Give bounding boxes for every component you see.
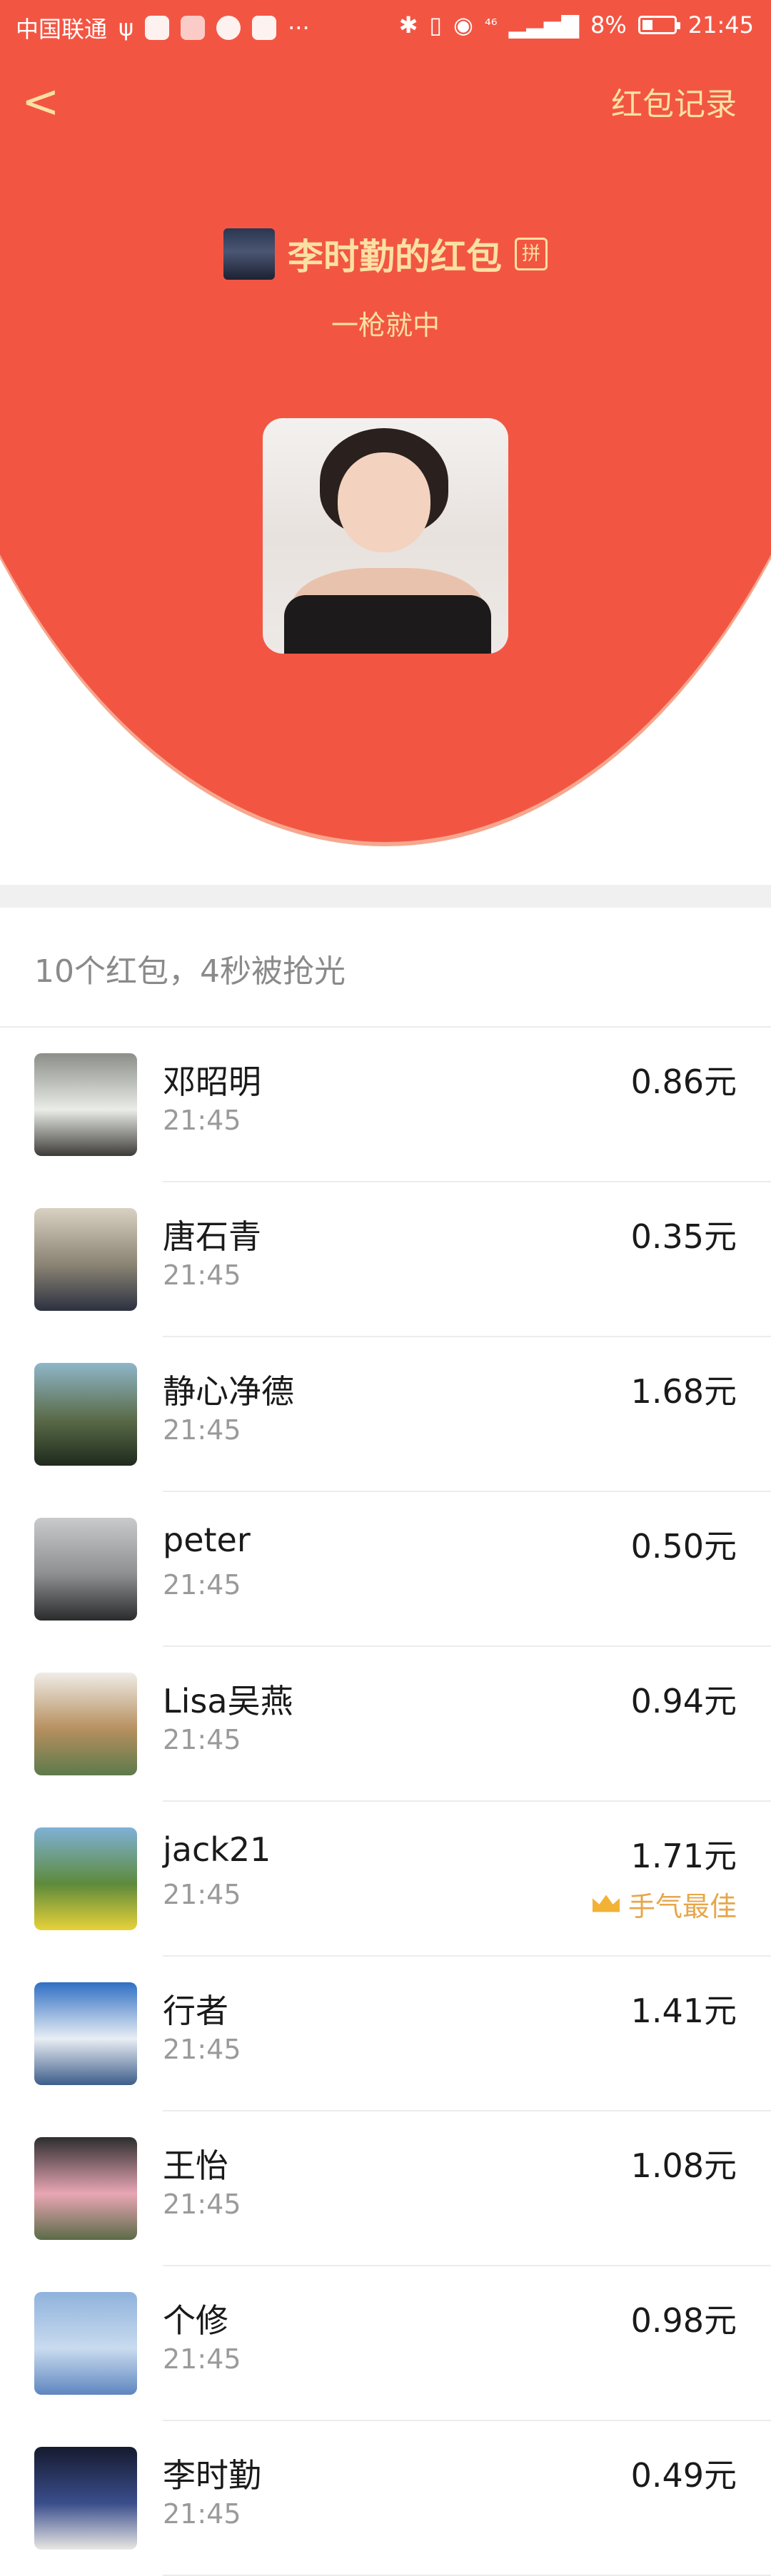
pin-badge-icon: 拼: [515, 238, 548, 270]
packet-greeting: 一枪就中: [331, 310, 440, 341]
bluetooth-icon: ✱: [398, 11, 418, 39]
sender-title: 李时勤的红包: [288, 236, 502, 278]
cover-photo[interactable]: [263, 418, 508, 654]
recipient-name: 行者: [163, 1992, 228, 2030]
list-item[interactable]: 王怡 21:45 1.08元: [0, 2111, 771, 2266]
packet-summary: 10个红包，4秒被抢光: [34, 953, 346, 990]
recipient-amount: 0.49元: [630, 2456, 737, 2495]
list-item[interactable]: Lisa吴燕 21:45 0.94元: [0, 1647, 771, 1802]
recipient-time: 21:45: [163, 2498, 241, 2530]
avatar[interactable]: [34, 1208, 137, 1311]
list-item[interactable]: 李时勤 21:45 0.49元: [0, 2421, 771, 2576]
avatar[interactable]: [34, 2292, 137, 2395]
red-packet-header: 中国联通 ψ ··· ✱ ▯ ◉ ⁴⁶ ▂▃▅▇ 8% 21:45 < 红包记录…: [0, 0, 771, 885]
recipient-name: 王怡: [163, 2146, 228, 2185]
crown-icon: [591, 1892, 621, 1917]
app-notification-icon-3: [216, 16, 241, 40]
back-button[interactable]: <: [21, 77, 64, 127]
avatar[interactable]: [34, 1518, 137, 1621]
list-item[interactable]: 行者 21:45 1.41元: [0, 1957, 771, 2111]
avatar[interactable]: [34, 1827, 137, 1930]
usb-icon: ψ: [119, 14, 134, 41]
recipient-name: peter: [163, 1521, 251, 1559]
recipient-amount: 1.68元: [630, 1372, 737, 1411]
recipient-amount: 0.98元: [630, 2301, 737, 2340]
recipient-time: 21:45: [163, 1414, 241, 1446]
app-notification-icon-4: [252, 16, 277, 40]
sender-row: 李时勤的红包 拼: [0, 228, 771, 280]
recipient-amount: 0.50元: [630, 1527, 737, 1566]
recipient-time: 21:45: [163, 1879, 241, 1910]
recipient-amount: 1.08元: [630, 2146, 737, 2185]
list-item[interactable]: 唐石青 21:45 0.35元: [0, 1182, 771, 1337]
best-luck-badge: 手气最佳: [591, 1885, 737, 1924]
recipient-amount: 0.94元: [630, 1682, 737, 1720]
recipient-time: 21:45: [163, 2343, 241, 2375]
recipient-time: 21:45: [163, 2034, 241, 2065]
sender-avatar[interactable]: [223, 228, 275, 280]
carrier-label: 中国联通: [16, 16, 108, 43]
recipient-name: Lisa吴燕: [163, 1682, 293, 1720]
list-item[interactable]: peter 21:45 0.50元: [0, 1492, 771, 1647]
list-item[interactable]: 邓昭明 21:45 0.86元: [0, 1028, 771, 1182]
recipient-time: 21:45: [163, 1105, 241, 1136]
avatar[interactable]: [34, 1363, 137, 1466]
recipient-name: 唐石青: [163, 1217, 261, 1256]
battery-icon: [638, 16, 680, 34]
recipient-time: 21:45: [163, 1259, 241, 1291]
list-item[interactable]: jack21 21:45 1.71元手气最佳: [0, 1802, 771, 1957]
recipient-name: 李时勤: [163, 2456, 261, 2495]
avatar[interactable]: [34, 2137, 137, 2240]
recipient-amount: 1.41元: [630, 1992, 737, 2030]
section-divider: [0, 885, 771, 908]
recipient-amount: 1.71元: [630, 1837, 737, 1875]
signal-icon: ▂▃▅▇: [508, 11, 580, 39]
recipient-time: 21:45: [163, 1569, 241, 1601]
recipient-amount: 0.86元: [630, 1063, 737, 1101]
avatar[interactable]: [34, 1673, 137, 1775]
red-packet-records-link[interactable]: 红包记录: [611, 78, 737, 124]
recipient-name: 个修: [163, 2301, 228, 2340]
list-item[interactable]: 个修 21:45 0.98元: [0, 2266, 771, 2421]
list-item[interactable]: 静心净德 21:45 1.68元: [0, 1337, 771, 1492]
status-right: ✱ ▯ ◉ ⁴⁶ ▂▃▅▇ 8% 21:45: [399, 11, 754, 39]
recipient-amount: 0.35元: [630, 1217, 737, 1256]
recipient-name: 静心净德: [163, 1372, 294, 1411]
status-bar: 中国联通 ψ ··· ✱ ▯ ◉ ⁴⁶ ▂▃▅▇ 8% 21:45: [0, 0, 771, 54]
battery-percent: 8%: [590, 11, 627, 39]
avatar[interactable]: [34, 1053, 137, 1156]
status-left: 中国联通 ψ ···: [16, 11, 310, 44]
recipient-time: 21:45: [163, 2189, 241, 2220]
avatar[interactable]: [34, 2447, 137, 2550]
recipient-name: jack21: [163, 1830, 271, 1869]
network-label: ⁴⁶: [484, 16, 498, 34]
eye-icon: ◉: [453, 11, 473, 39]
recipient-name: 邓昭明: [163, 1063, 261, 1101]
app-notification-icon-2: [181, 16, 206, 40]
more-notifications-icon: ···: [288, 14, 310, 41]
best-luck-label: 手气最佳: [628, 1891, 737, 1922]
avatar[interactable]: [34, 1982, 137, 2085]
clock: 21:45: [687, 11, 754, 39]
vibrate-icon: ▯: [429, 11, 443, 39]
recipient-time: 21:45: [163, 1724, 241, 1755]
app-notification-icon: [145, 16, 170, 40]
